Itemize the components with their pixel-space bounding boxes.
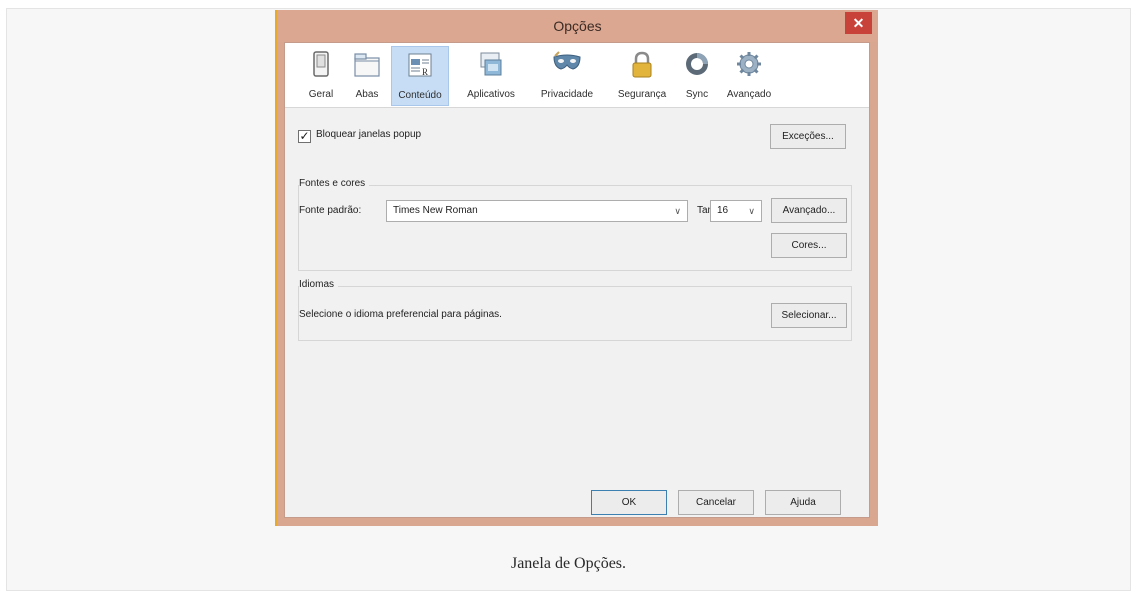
category-toolbar: Geral Abas R Conteúdo Aplicativos Privac… — [285, 43, 869, 108]
dialog-title: Opções — [553, 18, 602, 34]
chevron-down-icon: ∨ — [748, 206, 755, 216]
cancel-button[interactable]: Cancelar — [678, 490, 754, 515]
exceptions-button[interactable]: Exceções... — [770, 124, 846, 149]
tab-seguranca[interactable]: Segurança — [611, 46, 673, 106]
block-popups-checkbox[interactable]: ✓ — [298, 130, 311, 143]
padlock-icon — [632, 51, 652, 78]
chevron-down-icon: ∨ — [674, 206, 681, 216]
window-edge-accent — [275, 10, 277, 526]
tab-label: Privacidade — [540, 89, 594, 100]
tab-label: Segurança — [617, 89, 667, 100]
default-font-select[interactable]: Times New Roman ∨ — [386, 200, 688, 222]
tab-label: Conteúdo — [398, 90, 442, 101]
block-popups-label: Bloquear janelas popup — [316, 129, 422, 140]
help-button[interactable]: Ajuda — [765, 490, 841, 515]
tab-label: Aplicativos — [467, 89, 515, 100]
languages-title: Idiomas — [299, 279, 339, 290]
tab-label: Geral — [308, 89, 334, 100]
tabs-window-icon — [354, 53, 380, 77]
default-font-value: Times New Roman — [393, 205, 478, 216]
dialog-client-area: Geral Abas R Conteúdo Aplicativos Privac… — [284, 42, 870, 518]
font-size-value: 16 — [717, 205, 729, 216]
tab-abas[interactable]: Abas — [348, 46, 386, 106]
close-button[interactable]: ✕ — [845, 12, 872, 34]
fonts-colors-group: Fontes e cores Fonte padrão: Times New R… — [298, 178, 852, 271]
applications-icon — [480, 52, 502, 76]
languages-group: Idiomas Selecione o idioma preferencial … — [298, 279, 852, 341]
tab-privacidade[interactable]: Privacidade — [529, 46, 605, 106]
tab-label: Avançado — [726, 89, 772, 100]
font-advanced-button[interactable]: Avançado... — [771, 198, 847, 223]
mask-icon — [553, 51, 581, 70]
ok-button[interactable]: OK — [591, 490, 667, 515]
title-bar[interactable]: Opções ✕ — [277, 10, 878, 42]
tab-conteudo[interactable]: R Conteúdo — [391, 46, 449, 106]
tab-label: Sync — [685, 89, 709, 100]
tab-aplicativos[interactable]: Aplicativos — [458, 46, 524, 106]
options-dialog: Opções ✕ Geral Abas R Conteúdo Aplicativ… — [275, 10, 878, 526]
gear-icon — [737, 52, 761, 76]
languages-description: Selecione o idioma preferencial para pág… — [299, 309, 502, 320]
tab-label: Abas — [355, 89, 379, 100]
svg-text:R: R — [422, 67, 428, 77]
font-size-select[interactable]: 16 ∨ — [710, 200, 762, 222]
tab-geral[interactable]: Geral — [303, 46, 339, 106]
colors-button[interactable]: Cores... — [771, 233, 847, 258]
switch-icon — [313, 51, 329, 77]
figure-caption: Janela de Opções. — [510, 555, 627, 572]
fonts-colors-title: Fontes e cores — [299, 178, 370, 189]
content-icon: R — [408, 53, 432, 77]
tab-avancado[interactable]: Avançado — [718, 46, 780, 106]
select-language-button[interactable]: Selecionar... — [771, 303, 847, 328]
tab-sync[interactable]: Sync — [680, 46, 714, 106]
popup-row: ✓ Bloquear janelas popup Exceções... — [298, 124, 852, 154]
sync-icon — [686, 53, 708, 75]
content-pane: ✓ Bloquear janelas popup Exceções... Fon… — [285, 108, 869, 517]
default-font-label: Fonte padrão: — [299, 205, 362, 216]
